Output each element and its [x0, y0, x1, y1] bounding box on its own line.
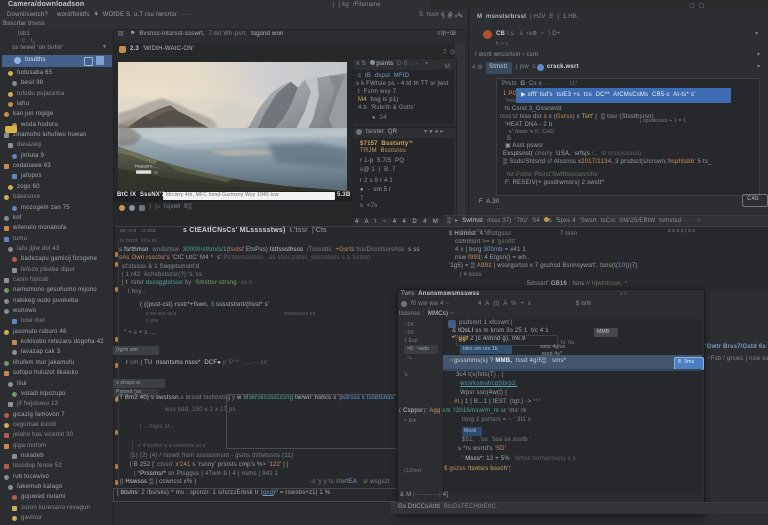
- svg-text:ss: ss: [154, 170, 158, 174]
- svg-text:Psdcsst b ...: Psdcsst b ...: [135, 163, 157, 168]
